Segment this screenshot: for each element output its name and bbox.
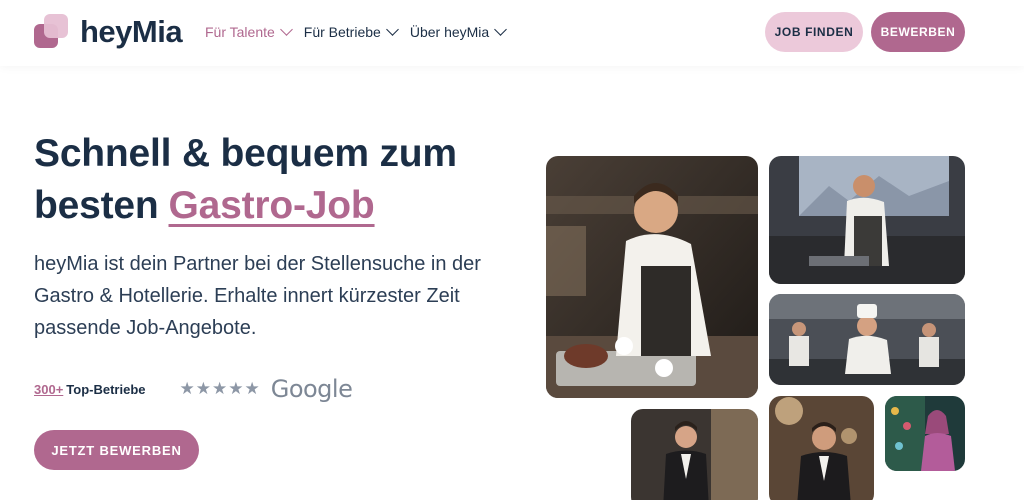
nav-item-label: Für Talente bbox=[205, 24, 275, 40]
apply-now-button[interactable]: JETZT BEWERBEN bbox=[34, 430, 199, 470]
photo-bartender bbox=[885, 396, 965, 471]
google-logo: Google bbox=[270, 375, 353, 403]
hero-title: Schnell & bequem zum besten Gastro-Job bbox=[34, 128, 504, 232]
hero-title-line2: besten bbox=[34, 184, 159, 227]
nav-item-label: Über heyMia bbox=[409, 24, 490, 40]
chevron-down-icon bbox=[279, 23, 293, 36]
stats-label: Top-Betriebe bbox=[66, 381, 146, 397]
chevron-down-icon bbox=[385, 23, 399, 36]
star-icon: ★★★★★ bbox=[179, 379, 261, 398]
nav-item-talente[interactable]: Für Talente bbox=[205, 23, 293, 40]
hero-title-highlight[interactable]: Gastro-Job bbox=[169, 184, 375, 227]
site-header: heyMia Für Talente Für Betriebe Über hey… bbox=[0, 0, 1024, 66]
brand-logo[interactable]: heyMia bbox=[34, 14, 183, 50]
trust-bar: 300+ Top-Betriebe ★★★★★ Google bbox=[34, 375, 353, 403]
apply-button[interactable]: BEWERBEN bbox=[871, 12, 965, 52]
hero-title-line1: Schnell & bequem zum bbox=[34, 132, 457, 175]
photo-chef-plating bbox=[546, 156, 758, 398]
photo-waiter bbox=[769, 396, 874, 500]
nav-item-label: Für Betriebe bbox=[303, 24, 381, 40]
stats-number[interactable]: 300+ bbox=[34, 382, 63, 397]
brand-name: heyMia bbox=[80, 14, 183, 49]
nav-item-betriebe[interactable]: Für Betriebe bbox=[303, 23, 399, 40]
nav-item-about[interactable]: Über heyMia bbox=[409, 23, 508, 40]
find-job-button[interactable]: JOB FINDEN bbox=[765, 12, 863, 52]
photo-chef-kitchen bbox=[769, 156, 965, 284]
logo-icon bbox=[34, 14, 70, 50]
photo-chef-team bbox=[769, 294, 965, 385]
hero-subtitle: heyMia ist dein Partner bei der Stellens… bbox=[34, 253, 481, 339]
photo-bar-staff bbox=[631, 409, 758, 500]
main-nav: Für Talente Für Betriebe Über heyMia bbox=[205, 23, 508, 40]
chevron-down-icon bbox=[494, 23, 508, 36]
